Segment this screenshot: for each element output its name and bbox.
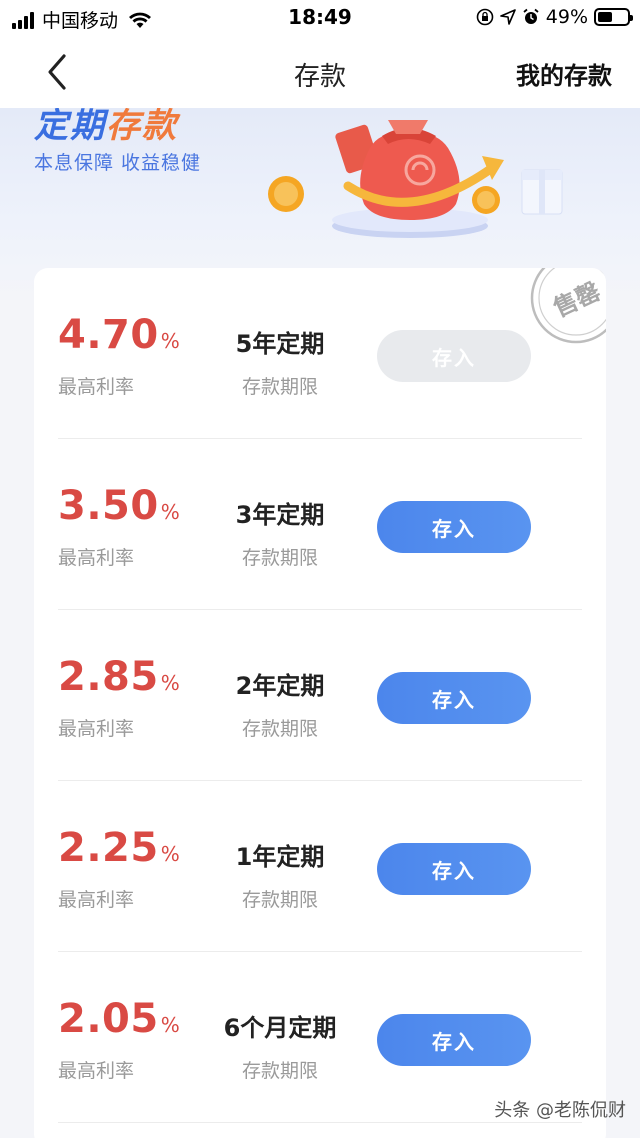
nav-bar: 存款 我的存款 (0, 36, 640, 108)
term-value: 2年定期 (235, 672, 325, 700)
status-right: 49% (476, 6, 633, 28)
term-label: 存款期限 (241, 376, 318, 398)
deposit-button[interactable]: 存入 (377, 672, 531, 724)
location-icon (499, 9, 516, 25)
product-row-2y: 2.85% 最高利率 2年定期 存款期限 存入 (58, 610, 582, 781)
deposit-button[interactable]: 存入 (377, 1014, 531, 1066)
watermark: 头条 @老陈侃财 (494, 1100, 626, 1121)
orientation-lock-icon (476, 8, 494, 26)
banner-title: 定期存款 (34, 108, 178, 147)
battery-percent: 49% (545, 6, 588, 28)
rate-label: 最高利率 (58, 547, 135, 569)
rate-value: 4.70% (58, 312, 181, 358)
term-value: 3年定期 (235, 501, 325, 529)
product-row-3y: 3.50% 最高利率 3年定期 存款期限 存入 (58, 439, 582, 610)
term-label: 存款期限 (241, 1060, 318, 1082)
product-row-1y: 2.25% 最高利率 1年定期 存款期限 存入 (58, 781, 582, 952)
term-value: 6个月定期 (223, 1014, 337, 1042)
deposit-button[interactable]: 存入 (377, 843, 531, 895)
deposit-button[interactable]: 存入 (377, 501, 531, 553)
term-value: 1年定期 (235, 843, 325, 871)
rate-value: 2.25% (58, 825, 181, 871)
rate-value: 2.85% (58, 654, 181, 700)
my-deposits-link[interactable]: 我的存款 (516, 56, 612, 91)
rate-label: 最高利率 (58, 889, 135, 911)
term-label: 存款期限 (241, 889, 318, 911)
rate-label: 最高利率 (58, 718, 135, 740)
banner-title-part1: 定期 (34, 108, 106, 146)
term-value: 5年定期 (235, 330, 325, 358)
rate-value: 3.50% (58, 483, 181, 529)
product-row-5y: 4.70% 最高利率 5年定期 存款期限 存入 (58, 268, 582, 439)
term-label: 存款期限 (241, 547, 318, 569)
rate-label: 最高利率 (58, 376, 135, 398)
deposit-button-disabled[interactable]: 存入 (377, 330, 531, 382)
status-bar: 中国移动 18:49 49% (0, 0, 640, 36)
rate-label: 最高利率 (58, 1060, 135, 1082)
product-list-card: 售罄 4.70% 最高利率 5年定期 存款期限 存入 3.50% 最高利率 3年… (34, 268, 606, 1138)
alarm-icon (523, 8, 539, 24)
battery-icon (594, 8, 633, 26)
term-label: 存款期限 (241, 718, 318, 740)
rate-value: 2.05% (58, 996, 181, 1042)
battery-level (598, 12, 612, 22)
banner-subtitle: 本息保障 收益稳健 (34, 152, 202, 174)
banner-title-part2: 存款 (106, 108, 178, 146)
